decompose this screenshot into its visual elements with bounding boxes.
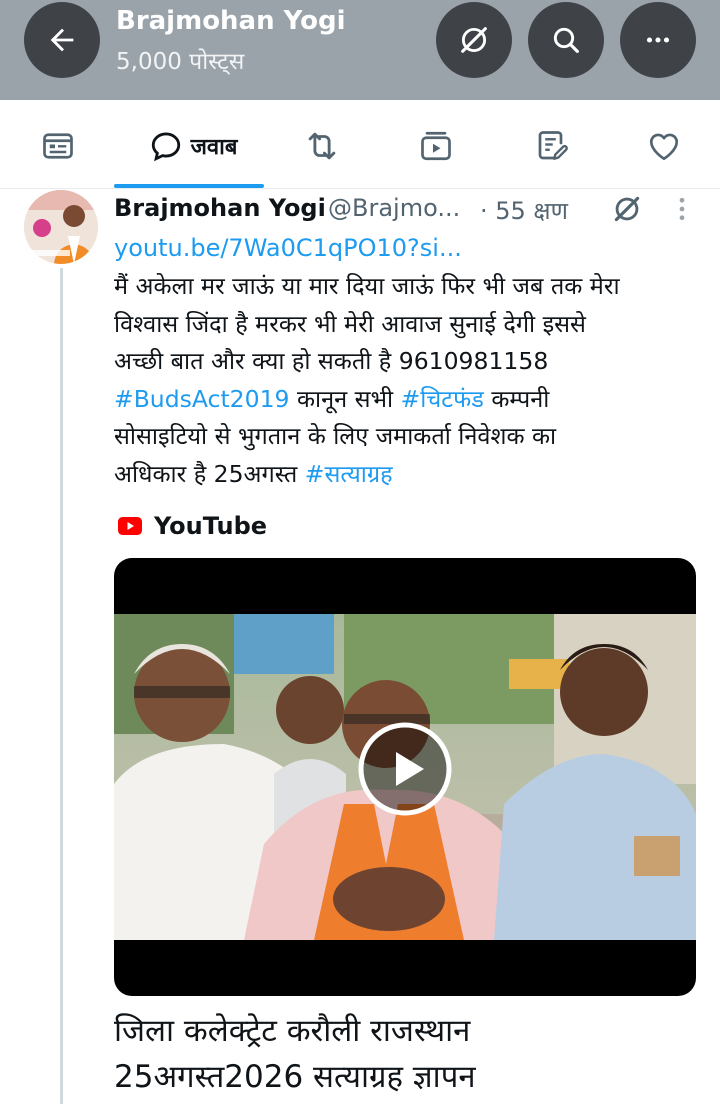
avatar-image: [24, 190, 98, 264]
articles-icon: [538, 131, 568, 160]
tab-replies[interactable]: जवाब: [134, 126, 252, 166]
card-title-line: 25अगस्त2026 सत्याग्रह ज्ञापन: [114, 1059, 476, 1095]
card-title-line: जिला कलेक्ट्रेट करौली राजस्थान: [114, 1013, 471, 1049]
reply-bubble-icon: [151, 132, 180, 162]
post-text-line: अच्छी बात और क्या हो सकती है 9610981158: [114, 347, 549, 375]
post-text-line: सोसाइटियो से भुगतान के लिए जमाकर्ता निवे…: [114, 422, 557, 450]
search-button[interactable]: [528, 2, 604, 78]
hashtag-link[interactable]: #BudsAct2019: [114, 385, 289, 413]
video-card[interactable]: [114, 558, 696, 996]
posts-icon: [43, 133, 73, 159]
youtube-icon: [118, 517, 142, 535]
profile-tabs: जवाब: [0, 100, 720, 189]
tab-likes[interactable]: [642, 126, 686, 166]
post-text-segment: कम्पनी: [483, 384, 550, 413]
grok-icon[interactable]: [610, 192, 644, 226]
tab-posts[interactable]: [36, 126, 80, 166]
post-link[interactable]: youtu.be/7Wa0C1qPO10?si...: [114, 234, 462, 262]
media-video-icon: [421, 131, 451, 161]
hashtag-link[interactable]: #सत्याग्रह: [305, 460, 393, 488]
card-source-label: YouTube: [154, 512, 268, 540]
profile-header: Brajmohan Yogi 5,000 पोस्ट्स: [0, 0, 720, 100]
author-name[interactable]: Brajmohan Yogi: [114, 194, 326, 222]
post-text-segment: अधिकार है 25अगस्त: [114, 459, 305, 488]
more-horizontal-icon: [646, 37, 670, 43]
avatar[interactable]: [24, 190, 98, 264]
heart-icon: [649, 133, 679, 161]
play-icon[interactable]: [358, 722, 452, 816]
post-text-segment: कानून सभी: [289, 384, 401, 413]
grok-button[interactable]: [436, 2, 512, 78]
grok-icon: [461, 27, 487, 53]
arrow-left-icon: [50, 28, 74, 52]
back-button[interactable]: [24, 2, 100, 78]
tab-replies-label: जवाब: [190, 135, 238, 160]
more-vertical-icon[interactable]: [674, 194, 690, 224]
tab-media[interactable]: [414, 126, 458, 166]
retweet-icon: [308, 132, 336, 160]
post-count: 5,000 पोस्ट्स: [116, 49, 245, 75]
hashtag-link[interactable]: #चिटफंड: [401, 385, 484, 413]
post-text: मैं अकेला मर जाऊं या मार दिया जाऊं फिर भ…: [114, 268, 704, 493]
card-title[interactable]: जिला कलेक्ट्रेट करौली राजस्थान 25अगस्त20…: [114, 1008, 714, 1100]
thread-line: [60, 268, 63, 1104]
more-button[interactable]: [620, 2, 696, 78]
post-timestamp[interactable]: · 55 क्षण: [480, 194, 568, 227]
post-text-line: मैं अकेला मर जाऊं या मार दिया जाऊं फिर भ…: [114, 272, 620, 300]
author-handle[interactable]: @Brajmo...: [328, 194, 460, 222]
active-tab-indicator: [114, 184, 264, 188]
post-text-line: विश्वास जिंदा है मरकर भी मेरी आवाज सुनाई…: [114, 309, 586, 338]
post-text-line: अधिकार है 25अगस्त #सत्याग्रह: [114, 456, 704, 494]
card-source: YouTube: [118, 510, 267, 542]
tab-articles[interactable]: [530, 126, 574, 166]
tab-reposts[interactable]: [300, 126, 344, 166]
profile-name: Brajmohan Yogi: [116, 6, 346, 36]
search-icon: [553, 27, 579, 53]
post-text-line: #BudsAct2019 कानून सभी #चिटफंड कम्पनी: [114, 381, 704, 419]
post-header: Brajmohan Yogi @Brajmo... · 55 क्षण: [114, 192, 714, 228]
